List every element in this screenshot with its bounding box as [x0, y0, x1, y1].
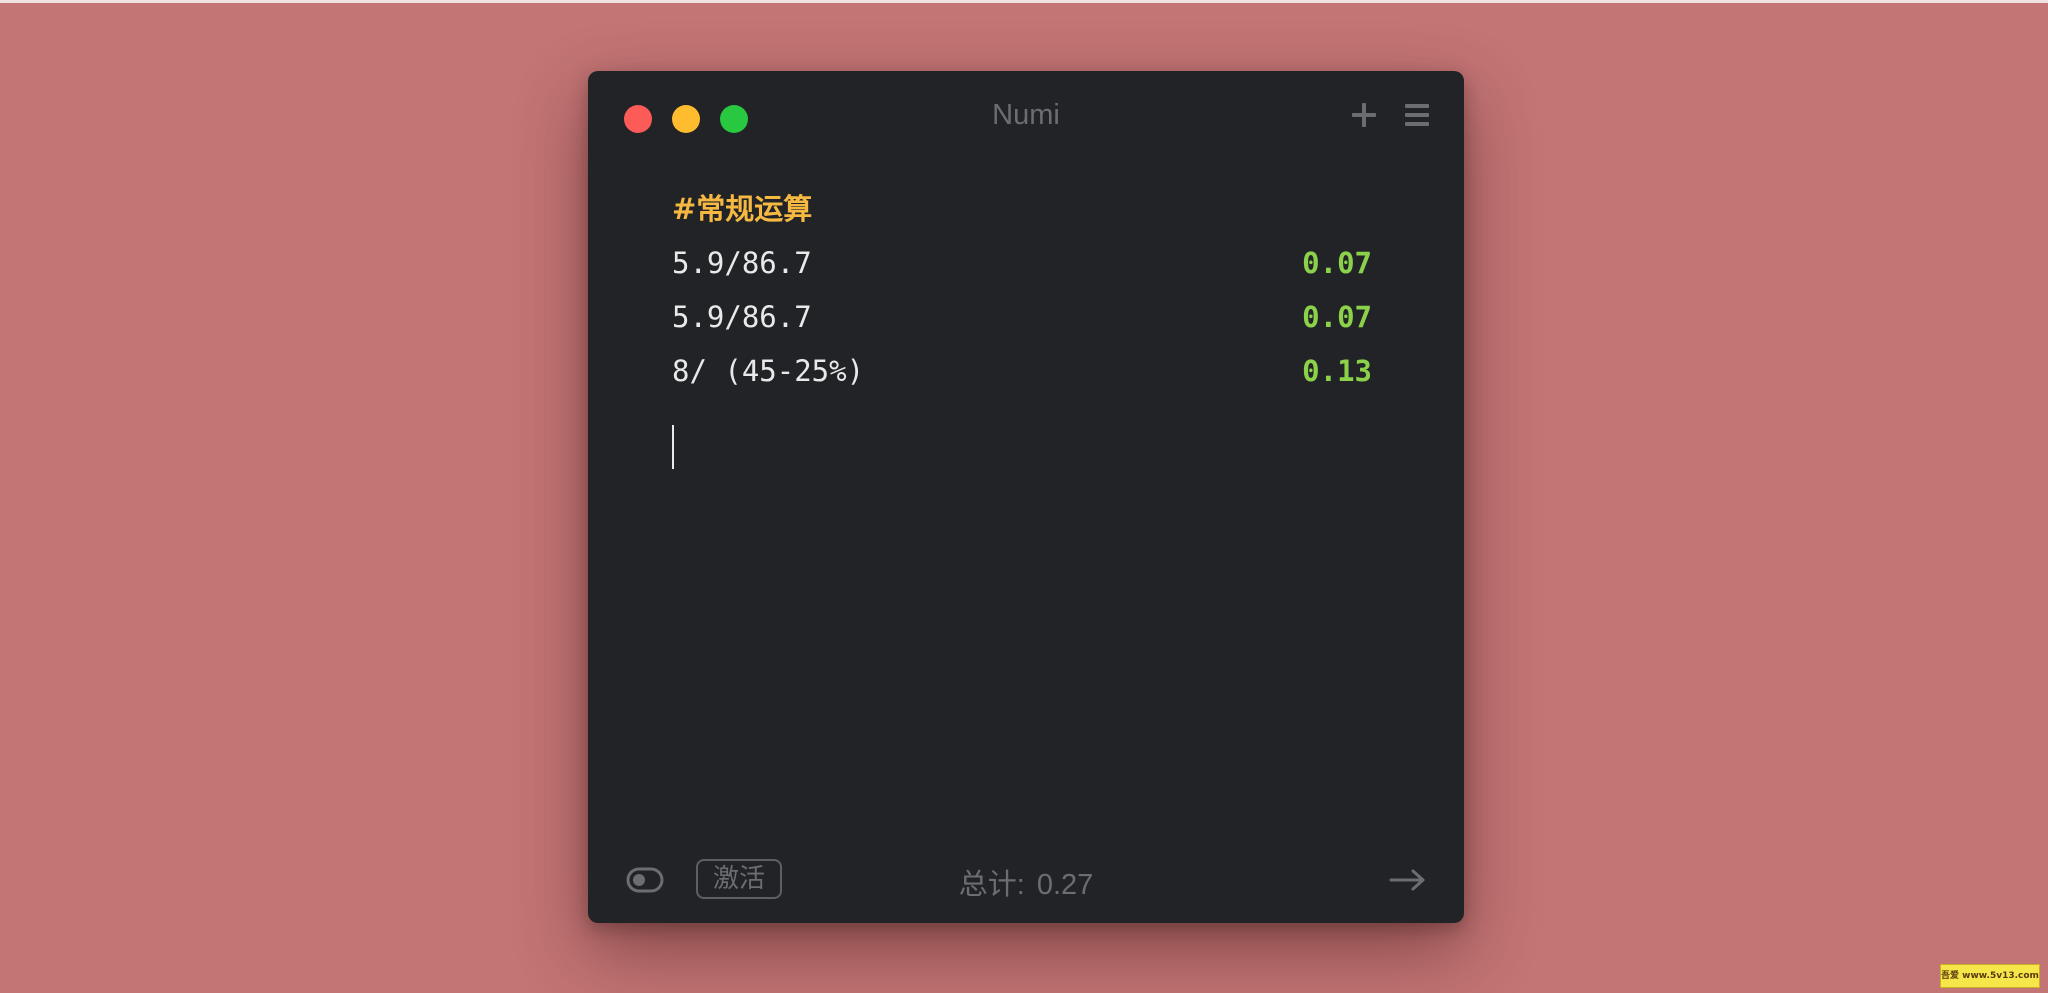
- line-expression: #常规运算: [672, 192, 813, 226]
- total-display: 总计: 0.27: [588, 861, 1464, 903]
- editor-line[interactable]: 8/ (45-25%) 0.13: [672, 351, 1372, 391]
- total-label: 总计:: [958, 869, 1025, 901]
- editor-line[interactable]: 5.9/86.7 0.07: [672, 297, 1372, 337]
- text-cursor: [672, 425, 674, 469]
- plus-icon[interactable]: [1346, 97, 1382, 133]
- footer-bar: 激活 总计: 0.27: [588, 851, 1464, 911]
- window-title: Numi: [992, 99, 1060, 131]
- hamburger-menu-icon[interactable]: [1400, 97, 1434, 133]
- editor-line[interactable]: 5.9/86.7 0.07: [672, 243, 1372, 283]
- title-bar[interactable]: Numi: [588, 71, 1464, 167]
- top-edge-strip: [0, 0, 2048, 3]
- line-result: 0.07: [1302, 300, 1372, 334]
- line-expression: 8/ (45-25%): [672, 354, 865, 388]
- line-expression: 5.9/86.7: [672, 246, 812, 280]
- line-result: 0.13: [1302, 354, 1372, 388]
- editor-line[interactable]: #常规运算: [672, 189, 1372, 229]
- total-value: 0.27: [1036, 869, 1094, 901]
- arrow-right-icon[interactable]: [1388, 865, 1428, 895]
- numi-window: Numi #常规运算 5.9/86.7 0.07 5.9/86.7 0.07 8…: [588, 71, 1464, 923]
- watermark-badge: 吾爱 www.5v13.com: [1940, 964, 2040, 988]
- line-expression: 5.9/86.7: [672, 300, 812, 334]
- line-result: 0.07: [1302, 246, 1372, 280]
